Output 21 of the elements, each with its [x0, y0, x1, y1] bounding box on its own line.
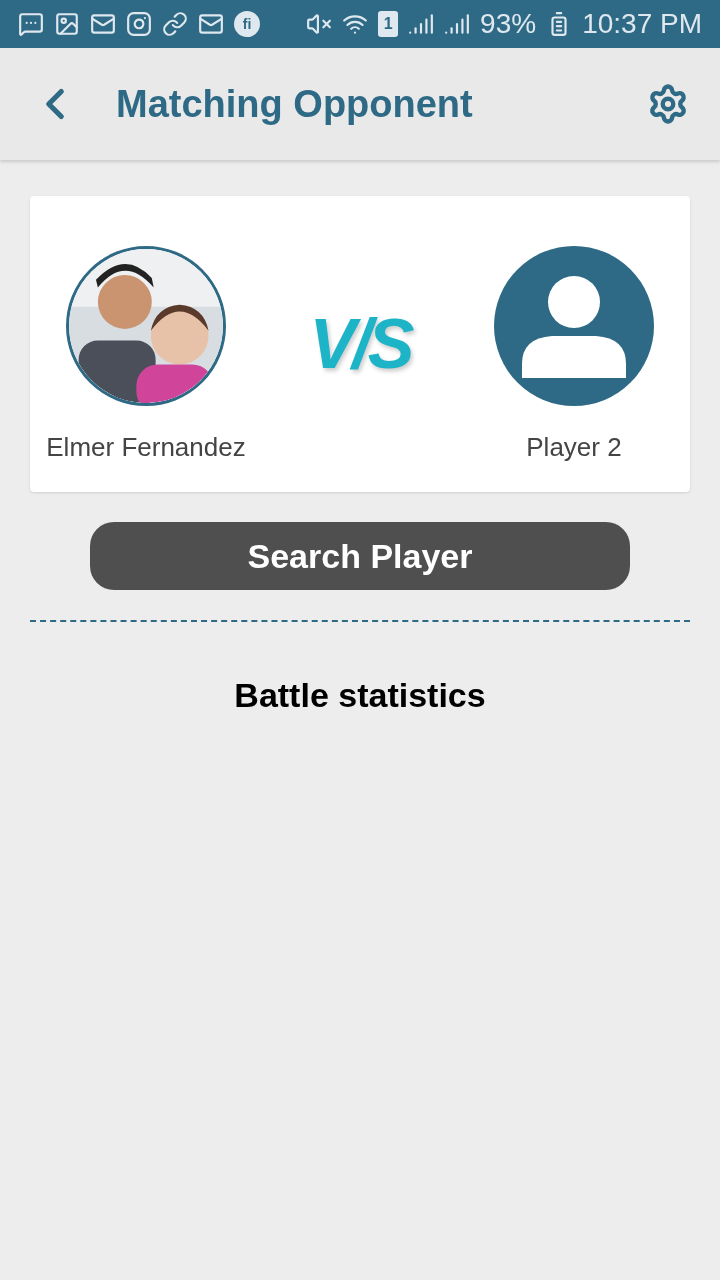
camera-icon	[126, 11, 152, 37]
section-title: Battle statistics	[234, 675, 486, 716]
clock: 10:37 PM	[582, 7, 702, 41]
message-icon	[18, 11, 44, 37]
mail-icon	[90, 11, 116, 37]
image-icon	[54, 11, 80, 37]
mute-icon	[306, 11, 333, 37]
person-icon	[522, 274, 626, 378]
sim-badge: 1	[378, 11, 399, 37]
battery-percent: 93%	[480, 7, 537, 41]
player-name: Elmer Fernandez	[46, 431, 246, 464]
player-name: Player 2	[526, 431, 622, 464]
page-title: Matching Opponent	[116, 81, 473, 127]
signal-icon	[408, 11, 435, 37]
settings-icon	[647, 83, 689, 125]
signal-icon	[444, 11, 471, 37]
versus-logo: V/S	[309, 304, 411, 385]
search-player-button[interactable]: Search Player	[90, 522, 630, 590]
link-icon	[162, 11, 188, 37]
mail-icon	[198, 11, 224, 37]
app-badge: fi	[234, 11, 260, 37]
